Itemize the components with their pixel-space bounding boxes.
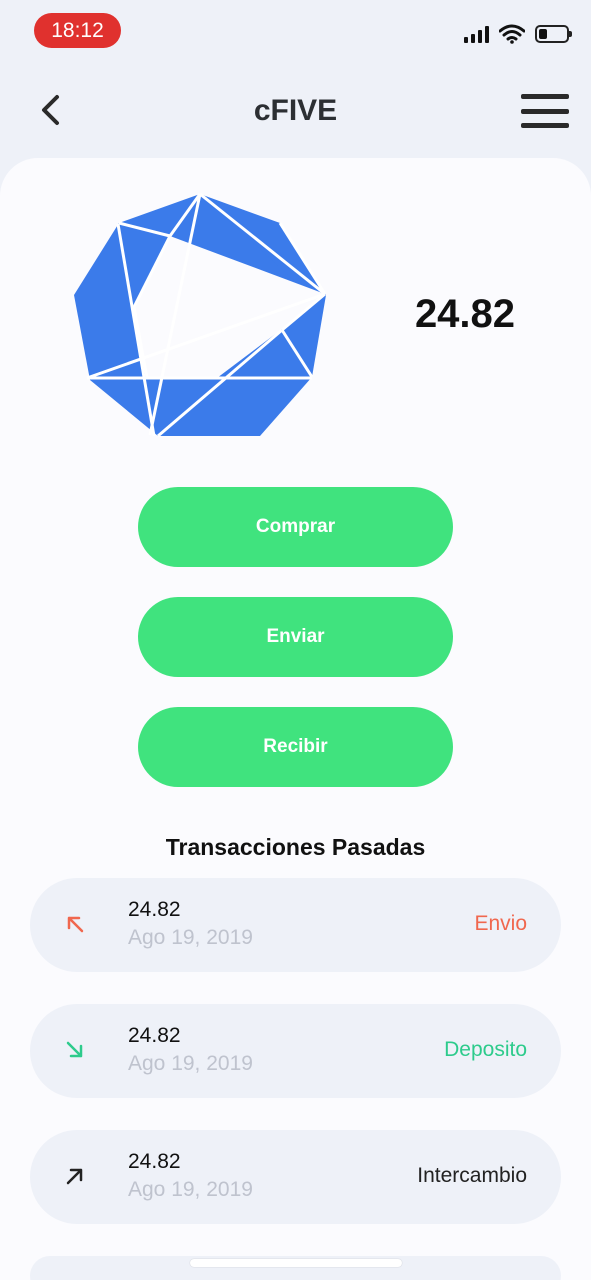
transaction-row[interactable]: 24.82 Ago 19, 2019 Envio: [30, 878, 561, 972]
status-time: 18:12: [34, 13, 121, 48]
arrow-up-left-icon: [67, 916, 84, 933]
page-title: cFIVE: [253, 94, 338, 127]
transaction-amount: 24.82: [128, 1150, 181, 1173]
transaction-amount: 24.82: [128, 898, 181, 921]
status-icons: [464, 24, 572, 44]
signal-icon: [464, 25, 489, 43]
transactions-title: Transacciones Pasadas: [165, 834, 426, 860]
arrow-up-right-icon: [66, 1168, 83, 1185]
transaction-type: Intercambio: [417, 1164, 527, 1187]
send-button[interactable]: Enviar: [138, 597, 453, 677]
buy-button[interactable]: Comprar: [138, 487, 453, 567]
battery-icon: [535, 25, 572, 43]
transaction-amount: 24.82: [128, 1024, 181, 1047]
cfive-logo-icon: [74, 192, 327, 438]
transaction-row[interactable]: 24.82 Ago 19, 2019 Intercambio: [30, 1130, 561, 1224]
transaction-row[interactable]: 24.82 Ago 19, 2019 Deposito: [30, 1004, 561, 1098]
hamburger-menu-icon[interactable]: [521, 94, 569, 128]
balance-amount: 24.82: [414, 292, 516, 336]
arrow-down-right-icon: [66, 1041, 83, 1058]
transaction-date: Ago 19, 2019: [128, 926, 253, 949]
transaction-type: Deposito: [444, 1038, 527, 1061]
receive-button[interactable]: Recibir: [138, 707, 453, 787]
wifi-icon: [499, 24, 525, 44]
transaction-date: Ago 19, 2019: [128, 1052, 253, 1075]
home-indicator[interactable]: [190, 1259, 402, 1267]
transaction-date: Ago 19, 2019: [128, 1178, 253, 1201]
status-bar: 18:12: [0, 0, 591, 60]
transaction-type: Envio: [474, 912, 527, 935]
nav-bar: cFIVE: [0, 80, 591, 140]
